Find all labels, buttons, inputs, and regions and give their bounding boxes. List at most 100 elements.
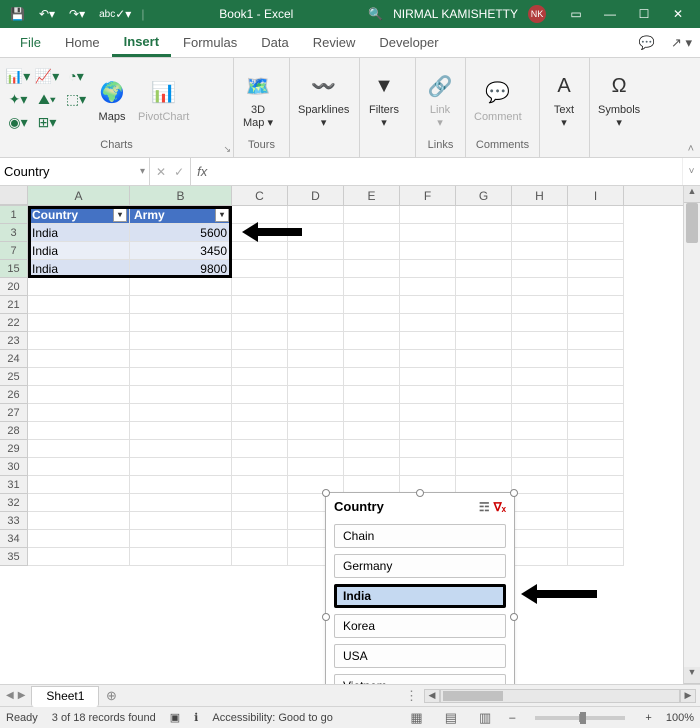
name-box-dropdown-icon[interactable]: ▾ xyxy=(140,166,145,177)
slicer-item[interactable]: Germany xyxy=(334,554,506,578)
cell[interactable] xyxy=(456,314,512,332)
cell[interactable] xyxy=(288,278,344,296)
row-header[interactable]: 30 xyxy=(0,458,28,476)
tab-developer[interactable]: Developer xyxy=(367,28,450,57)
surface-chart-icon[interactable]: ◉▾ xyxy=(4,112,32,134)
view-pagelayout-icon[interactable]: ▤ xyxy=(441,710,461,726)
cell[interactable] xyxy=(288,242,344,260)
cell[interactable] xyxy=(130,386,232,404)
cell[interactable] xyxy=(344,278,400,296)
hscroll-left-icon[interactable]: ◀ xyxy=(424,689,440,703)
collapse-ribbon-icon[interactable]: ˄ xyxy=(688,143,694,155)
cell[interactable] xyxy=(512,404,568,422)
cell[interactable] xyxy=(232,332,288,350)
cell[interactable] xyxy=(232,548,288,566)
cell[interactable] xyxy=(130,476,232,494)
cell[interactable]: Country▾ xyxy=(28,206,130,224)
cell[interactable] xyxy=(456,422,512,440)
cell[interactable] xyxy=(512,530,568,548)
cell[interactable] xyxy=(568,386,624,404)
cell[interactable] xyxy=(232,314,288,332)
scroll-thumb[interactable] xyxy=(686,203,698,243)
cell[interactable] xyxy=(456,278,512,296)
cell[interactable] xyxy=(288,386,344,404)
cell[interactable] xyxy=(130,548,232,566)
cell[interactable] xyxy=(512,422,568,440)
cell[interactable] xyxy=(288,314,344,332)
tab-home[interactable]: Home xyxy=(53,28,112,57)
cell[interactable] xyxy=(288,332,344,350)
scroll-up-icon[interactable]: ▲ xyxy=(684,186,700,203)
cell[interactable] xyxy=(130,404,232,422)
cancel-formula-icon[interactable]: ✕ xyxy=(156,165,166,179)
cell[interactable] xyxy=(232,350,288,368)
zoom-in-icon[interactable]: + xyxy=(645,712,651,724)
cell[interactable] xyxy=(288,368,344,386)
horizontal-scrollbar[interactable] xyxy=(440,689,680,703)
cell[interactable] xyxy=(232,278,288,296)
charts-gallery[interactable]: 📊▾ 📈▾ ◔▾ ✦▾ ⛰▾ ⬚▾ ◉▾ ⊞▾ xyxy=(4,66,90,134)
cell[interactable] xyxy=(344,440,400,458)
cell[interactable] xyxy=(232,242,288,260)
redo-icon[interactable]: ↷▾ xyxy=(65,5,89,23)
cell[interactable] xyxy=(568,494,624,512)
cell[interactable] xyxy=(288,350,344,368)
column-header[interactable]: E xyxy=(344,186,400,205)
text-button[interactable]: A Text ▾ xyxy=(544,68,584,131)
cell[interactable] xyxy=(400,386,456,404)
user-avatar[interactable]: NK xyxy=(528,5,546,23)
cell[interactable] xyxy=(400,350,456,368)
cell[interactable] xyxy=(28,530,130,548)
cell[interactable] xyxy=(568,332,624,350)
3d-map-button[interactable]: 🗺️ 3D Map ▾ xyxy=(238,68,278,131)
cell[interactable] xyxy=(456,332,512,350)
combo-chart-icon[interactable]: ⬚▾ xyxy=(62,89,90,111)
multiselect-icon[interactable]: ☶ xyxy=(479,500,490,514)
cell[interactable] xyxy=(512,242,568,260)
cell[interactable] xyxy=(512,332,568,350)
cell[interactable] xyxy=(232,512,288,530)
cell[interactable] xyxy=(130,350,232,368)
area-chart-icon[interactable]: ⛰▾ xyxy=(33,89,61,111)
cell[interactable] xyxy=(130,530,232,548)
cell[interactable] xyxy=(232,458,288,476)
cell[interactable] xyxy=(130,494,232,512)
cell[interactable] xyxy=(232,476,288,494)
cell[interactable] xyxy=(568,548,624,566)
cell[interactable] xyxy=(512,386,568,404)
cell[interactable] xyxy=(232,206,288,224)
formula-input[interactable] xyxy=(213,158,682,185)
cell[interactable] xyxy=(400,314,456,332)
cell[interactable] xyxy=(130,278,232,296)
cell[interactable] xyxy=(130,296,232,314)
pivotchart-button[interactable]: 📊 PivotChart xyxy=(134,75,193,125)
cell[interactable]: India xyxy=(28,260,130,278)
cell[interactable] xyxy=(512,296,568,314)
symbols-button[interactable]: Ω Symbols ▾ xyxy=(594,68,644,131)
cell[interactable] xyxy=(456,206,512,224)
cell[interactable] xyxy=(400,206,456,224)
column-header[interactable]: H xyxy=(512,186,568,205)
slicer-item[interactable]: Korea xyxy=(334,614,506,638)
cell[interactable] xyxy=(28,368,130,386)
cell[interactable] xyxy=(344,314,400,332)
cell[interactable] xyxy=(568,278,624,296)
column-header[interactable]: B xyxy=(130,186,232,205)
cell[interactable] xyxy=(400,368,456,386)
minimize-icon[interactable]: — xyxy=(594,7,626,21)
filters-button[interactable]: ▼ Filters ▾ xyxy=(364,68,404,131)
cell[interactable] xyxy=(344,332,400,350)
cell[interactable] xyxy=(512,278,568,296)
cell[interactable] xyxy=(288,206,344,224)
cell[interactable] xyxy=(456,386,512,404)
cell[interactable] xyxy=(512,350,568,368)
cell[interactable] xyxy=(232,440,288,458)
row-header[interactable]: 35 xyxy=(0,548,28,566)
cell[interactable] xyxy=(400,224,456,242)
cell[interactable] xyxy=(568,260,624,278)
cell[interactable] xyxy=(28,512,130,530)
cell[interactable] xyxy=(288,404,344,422)
cell[interactable] xyxy=(568,350,624,368)
pie-chart-icon[interactable]: ◔▾ xyxy=(62,66,90,88)
stock-chart-icon[interactable]: ⊞▾ xyxy=(33,112,61,134)
